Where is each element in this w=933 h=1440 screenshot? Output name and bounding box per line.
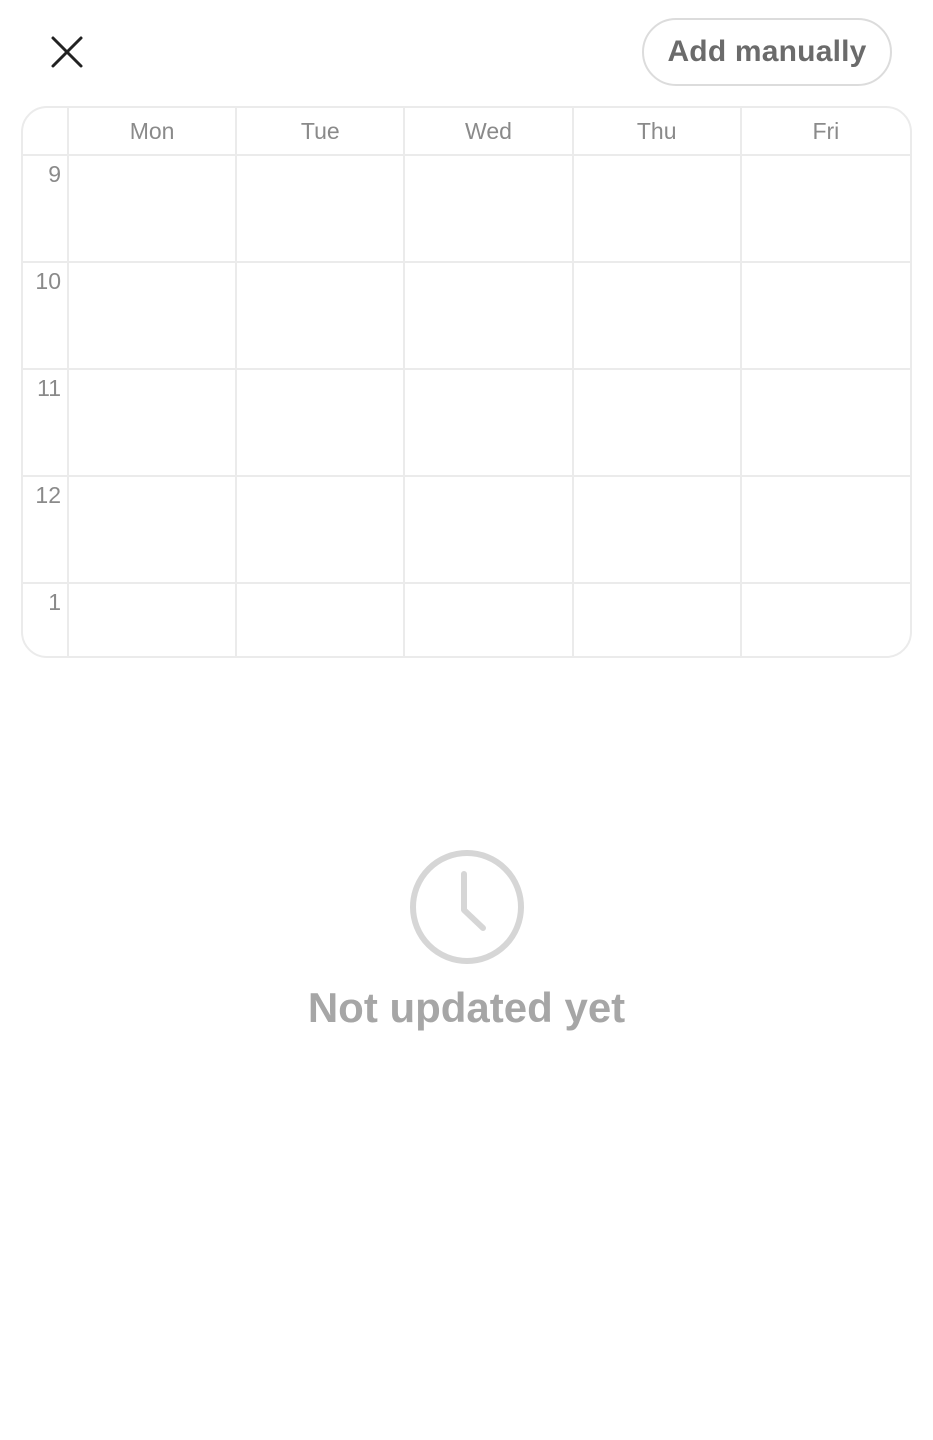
timetable-slot[interactable] (69, 263, 238, 370)
day-header-fri: Fri (741, 108, 910, 156)
timetable-slot[interactable] (573, 156, 742, 263)
timetable-slot[interactable] (405, 156, 574, 263)
day-header-thu: Thu (573, 108, 742, 156)
hour-label: 1 (23, 584, 69, 656)
empty-state: Not updated yet (0, 848, 933, 1032)
hour-label: 12 (23, 477, 69, 584)
timetable-slot[interactable] (237, 584, 406, 656)
timetable-slot[interactable] (69, 370, 238, 477)
clock-icon (408, 848, 526, 966)
timetable-slot[interactable] (69, 477, 238, 584)
timetable-slot[interactable] (741, 156, 910, 263)
timetable-slot[interactable] (405, 370, 574, 477)
timetable-slot[interactable] (741, 263, 910, 370)
hour-label: 11 (23, 370, 69, 477)
timetable-slot[interactable] (405, 477, 574, 584)
timetable-slot[interactable] (237, 370, 406, 477)
day-header-wed: Wed (405, 108, 574, 156)
timetable-slot[interactable] (573, 263, 742, 370)
timetable-slot[interactable] (405, 263, 574, 370)
timetable-slot[interactable] (573, 370, 742, 477)
empty-state-message: Not updated yet (307, 984, 626, 1031)
corner-cell (23, 108, 69, 156)
timetable-slot[interactable] (237, 156, 406, 263)
day-header-tue: Tue (237, 108, 406, 156)
add-manually-button[interactable]: Add manually (642, 18, 892, 86)
timetable-slot[interactable] (742, 584, 910, 656)
timetable-slot[interactable] (741, 370, 910, 477)
timetable-slot[interactable] (237, 477, 406, 584)
timetable-slot[interactable] (573, 477, 742, 584)
timetable-slot[interactable] (69, 156, 238, 263)
hour-label: 10 (23, 263, 69, 370)
timetable-slot[interactable] (574, 584, 742, 656)
day-header-mon: Mon (69, 108, 238, 156)
close-button[interactable] (44, 30, 90, 76)
close-icon (51, 36, 83, 68)
timetable-slot[interactable] (405, 584, 574, 656)
timetable-grid: Mon Tue Wed Thu Fri 9 10 11 12 1 (21, 106, 912, 658)
timetable-slot[interactable] (69, 584, 238, 656)
hour-label: 9 (23, 156, 69, 263)
timetable-slot[interactable] (237, 263, 406, 370)
timetable-slot[interactable] (741, 477, 910, 584)
